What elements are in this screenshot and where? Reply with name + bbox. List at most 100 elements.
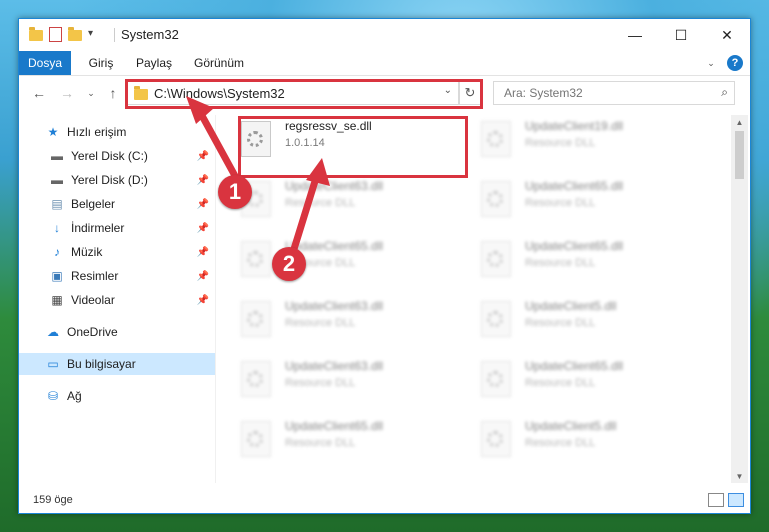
file-description: Resource DLL [285, 317, 356, 329]
pin-icon: 📌 [196, 294, 209, 306]
scrollbar-thumb[interactable] [735, 131, 744, 179]
sidebar-item-network[interactable]: ⛁ Ağ [19, 385, 215, 407]
sidebar-item-this-pc[interactable]: ▭ Bu bilgisayar [19, 353, 215, 375]
sidebar-item-label: Müzik [71, 245, 103, 259]
file-item[interactable]: UpdateClient65.dll Resource DLL [479, 359, 699, 409]
file-item[interactable]: UpdateClient65.dll Resource DLL [239, 419, 459, 469]
search-box[interactable]: ⌕ [493, 81, 735, 105]
minimize-button[interactable]: — [612, 19, 658, 51]
tiles-view-icon[interactable] [728, 493, 744, 507]
sidebar-item-quick-access[interactable]: ★ Hızlı erişim [19, 121, 215, 143]
maximize-button[interactable]: ☐ [658, 19, 704, 51]
file-description: Resource DLL [525, 137, 596, 149]
sidebar-item-pictures[interactable]: ▣ Resimler 📌 [19, 265, 215, 287]
file-item[interactable]: UpdateClient19.dll Resource DLL [479, 119, 699, 169]
pin-icon: 📌 [196, 246, 209, 258]
file-description: Resource DLL [525, 197, 596, 209]
file-description: Resource DLL [285, 437, 356, 449]
sidebar-item-documents[interactable]: ▤ Belgeler 📌 [19, 193, 215, 215]
tab-home[interactable]: Giriş [81, 51, 121, 75]
file-description: Resource DLL [285, 197, 356, 209]
sidebar-item-label: OneDrive [67, 325, 118, 339]
file-name: UpdateClient65.dll [285, 419, 384, 433]
computer-icon: ▭ [47, 357, 59, 371]
up-button[interactable]: ↑ [103, 83, 123, 103]
quick-access-toolbar: ▾ System32 [29, 27, 179, 42]
sidebar-item-drive-c[interactable]: ▬ Yerel Disk (C:) 📌 [19, 145, 215, 167]
dll-file-icon [239, 359, 275, 401]
pin-icon: 📌 [196, 270, 209, 282]
scroll-down-icon[interactable]: ▼ [731, 469, 748, 483]
file-description: Resource DLL [525, 437, 596, 449]
sidebar-item-onedrive[interactable]: ☁ OneDrive [19, 321, 215, 343]
customize-toolbar-icon[interactable]: ▾ [88, 28, 102, 42]
file-item[interactable]: UpdateClient65.dll Resource DLL [479, 239, 699, 289]
sidebar-item-label: Hızlı erişim [67, 125, 127, 139]
search-input[interactable] [502, 85, 706, 101]
file-item[interactable]: UpdateClient5.dll Resource DLL [479, 419, 699, 469]
help-icon[interactable]: ? [727, 55, 743, 71]
sidebar-item-label: Resimler [71, 269, 119, 283]
dll-file-icon [239, 239, 275, 281]
dll-file-icon [479, 119, 515, 161]
title-bar: ▾ System32 — ☐ ✕ [19, 19, 750, 51]
sidebar-item-label: Bu bilgisayar [67, 357, 136, 371]
drive-icon: ▬ [51, 149, 63, 163]
cloud-icon: ☁ [47, 325, 59, 339]
window-title: System32 [121, 27, 179, 42]
scroll-up-icon[interactable]: ▲ [731, 115, 748, 129]
file-item[interactable]: UpdateClient63.dll Resource DLL [239, 299, 459, 349]
recent-locations-icon[interactable]: ⌄ [81, 83, 101, 103]
file-name: UpdateClient65.dll [525, 179, 624, 193]
details-view-icon[interactable] [708, 493, 724, 507]
status-bar: 159 öge [19, 489, 750, 511]
view-toggle [704, 493, 744, 507]
file-item[interactable]: UpdateClient65.dll Resource DLL [479, 179, 699, 229]
file-item[interactable]: UpdateClient5.dll Resource DLL [479, 299, 699, 349]
file-description: Resource DLL [285, 377, 356, 389]
file-name: UpdateClient5.dll [525, 419, 617, 433]
pin-icon: 📌 [196, 150, 209, 162]
dll-file-icon [479, 299, 515, 341]
pane-divider[interactable] [215, 115, 216, 483]
drive-icon: ▬ [51, 173, 63, 187]
file-name: UpdateClient5.dll [525, 299, 617, 313]
pin-icon: 📌 [196, 174, 209, 186]
pin-icon: 📌 [196, 222, 209, 234]
back-button[interactable]: ← [29, 83, 49, 103]
music-icon: ♪ [54, 245, 60, 259]
file-description: Resource DLL [525, 317, 596, 329]
step-2-badge: 2 [272, 247, 306, 281]
pictures-icon: ▣ [51, 269, 63, 283]
file-name: UpdateClient63.dll [285, 359, 384, 373]
star-icon: ★ [47, 125, 59, 139]
tab-file[interactable]: Dosya [19, 51, 71, 75]
file-item[interactable]: UpdateClient63.dll Resource DLL [239, 359, 459, 409]
pin-icon: 📌 [196, 198, 209, 210]
file-highlight [238, 116, 468, 178]
new-folder-icon[interactable] [68, 27, 82, 41]
sidebar-item-label: Ağ [67, 389, 82, 403]
dll-file-icon [239, 299, 275, 341]
sidebar-item-music[interactable]: ♪ Müzik 📌 [19, 241, 215, 263]
search-icon[interactable]: ⌕ [721, 85, 728, 100]
expand-ribbon-icon[interactable]: ⌄ [703, 51, 719, 75]
item-count: 159 öge [33, 494, 73, 506]
forward-button[interactable]: → [57, 83, 77, 103]
sidebar-item-videos[interactable]: ▦ Videolar 📌 [19, 289, 215, 311]
sidebar-item-downloads[interactable]: ↓ İndirmeler 📌 [19, 217, 215, 239]
address-bar-highlight [125, 79, 483, 109]
vertical-scrollbar[interactable]: ▲ ▼ [731, 115, 748, 483]
step-1-badge: 1 [218, 175, 252, 209]
file-item[interactable]: UpdateClient63.dll Resource DLL [239, 179, 459, 229]
properties-icon[interactable] [49, 27, 62, 42]
tab-share[interactable]: Paylaş [131, 51, 177, 75]
close-button[interactable]: ✕ [704, 19, 750, 51]
sidebar-item-drive-d[interactable]: ▬ Yerel Disk (D:) 📌 [19, 169, 215, 191]
dll-file-icon [239, 419, 275, 461]
dll-file-icon [479, 179, 515, 221]
navigation-pane: ★ Hızlı erişim ▬ Yerel Disk (C:) 📌 ▬ Yer… [19, 115, 215, 483]
videos-icon: ▦ [51, 293, 63, 307]
tab-view[interactable]: Görünüm [189, 51, 249, 75]
sidebar-item-label: Belgeler [71, 197, 116, 211]
